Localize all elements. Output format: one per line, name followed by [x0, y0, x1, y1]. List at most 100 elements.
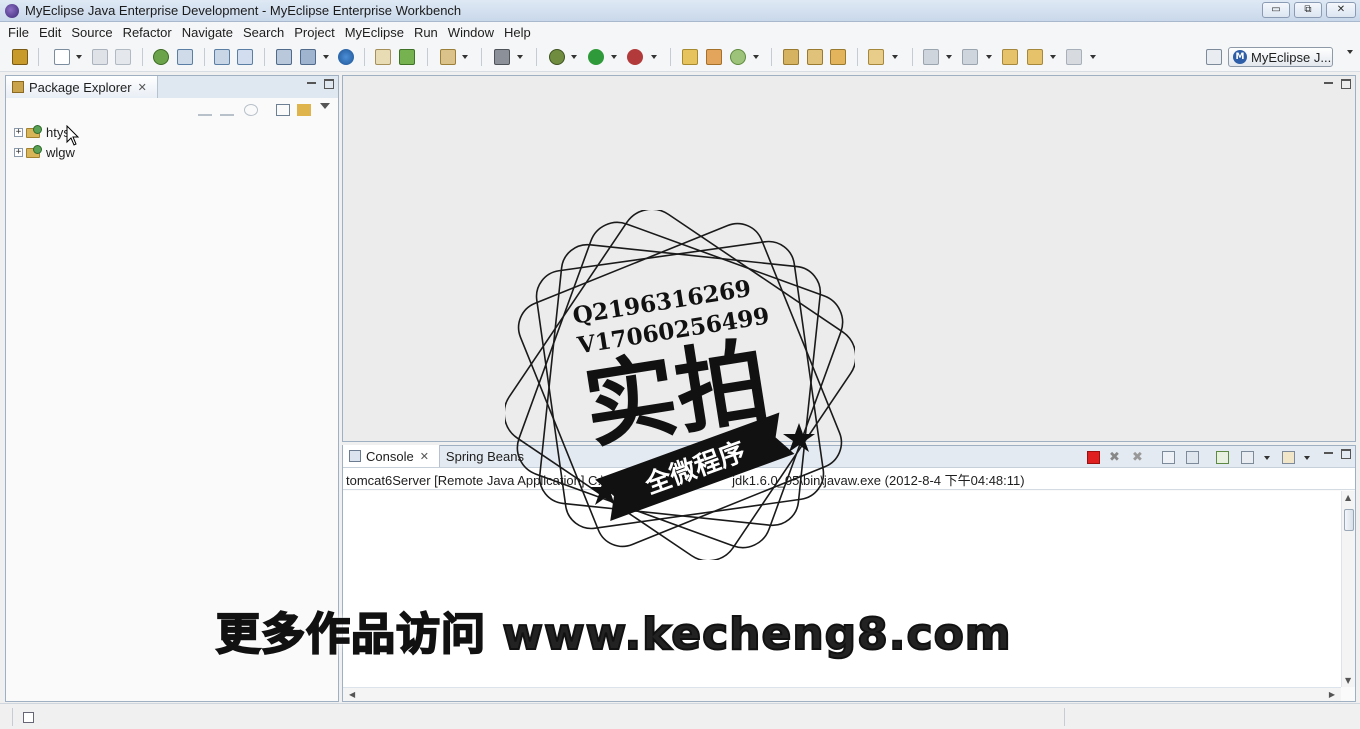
- back-nav-icon[interactable]: [198, 104, 212, 116]
- maximize-view-icon[interactable]: [1341, 449, 1351, 459]
- close-button[interactable]: ✕: [1326, 2, 1356, 18]
- display-console-dropdown-icon[interactable]: [1264, 456, 1270, 460]
- last-edit-icon[interactable]: [1002, 49, 1018, 65]
- menu-refactor[interactable]: Refactor: [118, 25, 177, 40]
- working-set-dropdown-icon[interactable]: [892, 55, 898, 59]
- remove-all-icon[interactable]: ✖: [1132, 451, 1145, 464]
- window-title: MyEclipse Java Enterprise Development - …: [25, 3, 462, 18]
- tab-console[interactable]: Console ✕: [343, 445, 440, 467]
- maximize-view-icon[interactable]: [324, 79, 334, 89]
- scroll-thumb[interactable]: [1344, 509, 1354, 531]
- restore-button[interactable]: ⧉: [1294, 2, 1322, 18]
- menu-window[interactable]: Window: [443, 25, 499, 40]
- print-icon[interactable]: [115, 49, 131, 65]
- refresh-dropdown-icon[interactable]: [753, 55, 759, 59]
- working-set-icon[interactable]: [868, 49, 884, 65]
- new-class-icon[interactable]: [440, 49, 456, 65]
- remove-launch-icon[interactable]: ✖: [1109, 451, 1122, 464]
- collapse-all-icon[interactable]: [276, 104, 290, 116]
- new-interface-icon[interactable]: [706, 49, 722, 65]
- camera-dropdown-icon[interactable]: [517, 55, 523, 59]
- open-folder-icon[interactable]: [783, 49, 799, 65]
- forward-dropdown-icon[interactable]: [1090, 55, 1096, 59]
- new-java-icon[interactable]: [399, 49, 415, 65]
- refresh-icon[interactable]: [730, 49, 746, 65]
- display-console-icon[interactable]: [1241, 451, 1254, 464]
- save-icon[interactable]: [92, 49, 108, 65]
- back-icon[interactable]: [1027, 49, 1043, 65]
- run-dropdown-icon[interactable]: [611, 55, 617, 59]
- up-nav-icon[interactable]: [244, 104, 258, 116]
- next-annotation-dropdown-icon[interactable]: [946, 55, 952, 59]
- new-project-icon[interactable]: [12, 49, 28, 65]
- maximize-editor-icon[interactable]: [1341, 79, 1351, 89]
- close-icon[interactable]: ✕: [420, 450, 429, 463]
- console-vertical-scrollbar[interactable]: ▲ ▼: [1341, 491, 1355, 687]
- expand-icon[interactable]: +: [14, 147, 23, 157]
- next-annotation-icon[interactable]: [923, 49, 939, 65]
- menu-myeclipse[interactable]: MyEclipse: [340, 25, 409, 40]
- expand-icon[interactable]: +: [14, 127, 23, 137]
- toolbar-overflow-icon[interactable]: [1347, 50, 1353, 54]
- scroll-up-icon[interactable]: ▲: [1345, 493, 1351, 502]
- manage-deployments-icon[interactable]: [276, 49, 292, 65]
- scroll-lock-icon[interactable]: [1186, 451, 1199, 464]
- menu-project[interactable]: Project: [289, 25, 339, 40]
- camera-icon[interactable]: [494, 49, 510, 65]
- menu-help[interactable]: Help: [499, 25, 536, 40]
- new-package-icon[interactable]: [682, 49, 698, 65]
- open-console-dropdown-icon[interactable]: [1304, 456, 1310, 460]
- new-icon[interactable]: [54, 49, 70, 65]
- tree-item-htys[interactable]: + htys: [14, 122, 338, 142]
- minimize-editor-icon[interactable]: [1324, 82, 1333, 91]
- perspective-myeclipse-button[interactable]: M MyEclipse J...: [1228, 47, 1333, 67]
- back-dropdown-icon[interactable]: [1050, 55, 1056, 59]
- minimize-button[interactable]: ▭: [1262, 2, 1290, 18]
- link-with-editor-icon[interactable]: [297, 104, 311, 116]
- pin-console-icon[interactable]: [1216, 451, 1229, 464]
- menu-edit[interactable]: Edit: [34, 25, 66, 40]
- server-dropdown-icon[interactable]: [323, 55, 329, 59]
- tab-package-explorer[interactable]: Package Explorer ✕: [6, 76, 158, 98]
- menu-run[interactable]: Run: [409, 25, 443, 40]
- bug-icon[interactable]: [153, 49, 169, 65]
- browser-icon[interactable]: [338, 49, 354, 65]
- menu-file[interactable]: File: [3, 25, 34, 40]
- forward-nav-icon[interactable]: [220, 104, 234, 116]
- menu-navigate[interactable]: Navigate: [177, 25, 238, 40]
- scroll-left-icon[interactable]: ◀: [349, 690, 355, 699]
- menu-source[interactable]: Source: [66, 25, 117, 40]
- server-icon[interactable]: [177, 49, 193, 65]
- debug-icon[interactable]: [549, 49, 565, 65]
- terminate-icon[interactable]: [1087, 451, 1100, 464]
- minimize-view-icon[interactable]: [1324, 452, 1333, 461]
- open-console-icon[interactable]: [1282, 451, 1295, 464]
- fast-view-icon[interactable]: [23, 712, 34, 723]
- open-perspective-icon[interactable]: [1206, 49, 1222, 65]
- close-icon[interactable]: ✕: [138, 81, 147, 94]
- wand-icon[interactable]: [807, 49, 823, 65]
- redeploy-icon[interactable]: [237, 49, 253, 65]
- external-tools-dropdown-icon[interactable]: [651, 55, 657, 59]
- scroll-right-icon[interactable]: ▶: [1329, 690, 1335, 699]
- forward-icon[interactable]: [1066, 49, 1082, 65]
- menu-search[interactable]: Search: [238, 25, 289, 40]
- scroll-down-icon[interactable]: ▼: [1345, 676, 1351, 685]
- debug-dropdown-icon[interactable]: [571, 55, 577, 59]
- new-class-dropdown-icon[interactable]: [462, 55, 468, 59]
- deploy-icon[interactable]: [214, 49, 230, 65]
- external-tools-icon[interactable]: [627, 49, 643, 65]
- console-horizontal-scrollbar[interactable]: ◀ ▶: [343, 687, 1341, 701]
- run-icon[interactable]: [588, 49, 604, 65]
- prev-annotation-icon[interactable]: [962, 49, 978, 65]
- task-icon[interactable]: [830, 49, 846, 65]
- open-type-icon[interactable]: [375, 49, 391, 65]
- tree-item-wlgw[interactable]: + wlgw: [14, 142, 338, 162]
- run-server-icon[interactable]: [300, 49, 316, 65]
- clear-console-icon[interactable]: [1162, 451, 1175, 464]
- prev-annotation-dropdown-icon[interactable]: [986, 55, 992, 59]
- view-menu-icon[interactable]: [320, 103, 330, 109]
- minimize-view-icon[interactable]: [307, 82, 316, 91]
- tab-spring-beans[interactable]: Spring Beans: [440, 445, 534, 467]
- new-dropdown-icon[interactable]: [76, 55, 82, 59]
